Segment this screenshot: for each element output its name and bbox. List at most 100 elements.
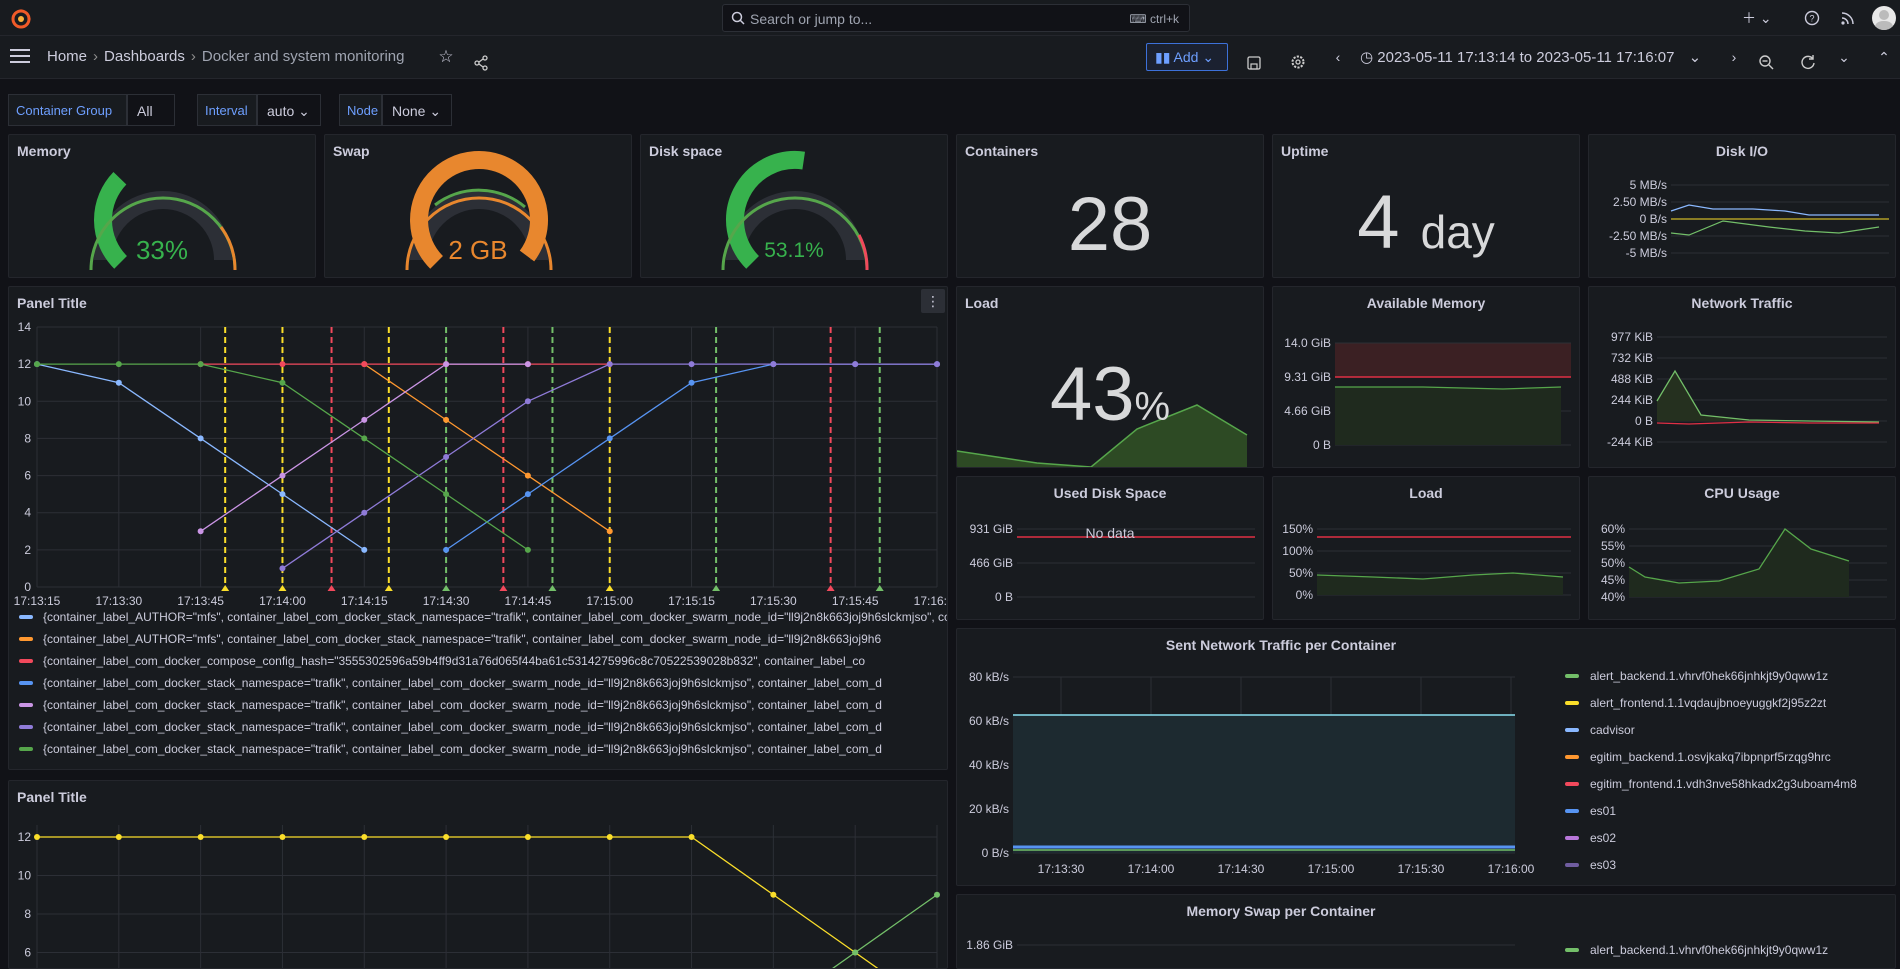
annotation-marker-head[interactable] (221, 585, 230, 591)
zoom-out-icon[interactable] (1758, 48, 1774, 76)
legend-item[interactable]: {container_label_com_docker_compose_conf… (19, 653, 865, 669)
rss-icon[interactable] (1840, 10, 1856, 26)
annotation-marker-head[interactable] (278, 585, 287, 591)
legend-item[interactable]: {container_label_AUTHOR="mfs", container… (19, 631, 881, 647)
data-point[interactable] (524, 472, 531, 479)
panel-disk-space[interactable]: Disk space 53.1% (640, 134, 948, 278)
annotation-marker-head[interactable] (605, 585, 614, 591)
panel-load[interactable]: Load 43% (956, 286, 1264, 468)
grafana-logo-icon[interactable] (10, 8, 32, 30)
data-point[interactable] (34, 834, 40, 840)
legend-item[interactable]: alert_backend.1.vhrvf0hek66jnhkjt9y0qww1… (1565, 669, 1828, 683)
help-icon[interactable]: ? (1804, 10, 1820, 26)
legend-item[interactable]: {container_label_com_docker_stack_namesp… (19, 675, 882, 691)
time-picker[interactable]: ◷ 2023-05-11 17:13:14 to 2023-05-11 17:1… (1360, 48, 1701, 66)
data-point[interactable] (852, 361, 859, 368)
data-point[interactable] (361, 546, 368, 553)
data-point[interactable] (606, 834, 613, 840)
data-point[interactable] (770, 891, 777, 898)
data-point[interactable] (524, 361, 531, 368)
panel-disk-io[interactable]: Disk I/O 5 MB/s 2.50 MB/s 0 B/s -2.50 MB… (1588, 134, 1896, 278)
legend-item[interactable]: {container_label_com_docker_stack_namesp… (19, 741, 882, 757)
data-point[interactable] (443, 416, 450, 423)
variable-value[interactable]: None ⌄ (382, 94, 452, 126)
refresh-icon[interactable] (1800, 48, 1816, 76)
data-point[interactable] (443, 361, 450, 368)
data-point[interactable] (443, 491, 450, 498)
annotation-marker-head[interactable] (826, 585, 835, 591)
breadcrumb-dashboards[interactable]: Dashboards (104, 48, 185, 65)
data-point[interactable] (361, 435, 368, 442)
legend-item[interactable]: {container_label_com_docker_stack_namesp… (19, 697, 882, 713)
annotation-marker-head[interactable] (875, 585, 884, 591)
panel-title-chart-2[interactable]: Panel Title 4681012 (8, 780, 948, 969)
data-point[interactable] (115, 379, 122, 386)
annotation-marker-head[interactable] (548, 585, 557, 591)
data-point[interactable] (197, 528, 204, 535)
data-point[interactable] (279, 361, 286, 368)
data-point[interactable] (115, 361, 122, 368)
legend-item[interactable]: alert_backend.1.vhrvf0hek66jnhkjt9y0qww1… (1565, 943, 1828, 957)
data-point[interactable] (524, 546, 531, 553)
data-point[interactable] (443, 454, 450, 460)
panel-uptime[interactable]: Uptime 4 day (1272, 134, 1580, 278)
data-point[interactable] (279, 379, 286, 386)
panel-title-chart-1[interactable]: Panel Title ⋮ 0 2 4 6 8 10 12 14 17:13:15 17:13:3… (8, 286, 948, 770)
variable-value[interactable]: auto ⌄ (257, 94, 321, 126)
annotation-marker-head[interactable] (384, 585, 393, 591)
annotation-marker-head[interactable] (499, 585, 508, 591)
legend-item[interactable]: es03 (1565, 858, 1616, 872)
data-point[interactable] (279, 565, 286, 572)
data-point[interactable] (934, 361, 940, 368)
search-input[interactable]: Search or jump to... ⌨ ctrl+k (722, 4, 1190, 32)
data-point[interactable] (361, 834, 368, 840)
legend-item[interactable]: egitim_frontend.1.vdh3nve58hkadx2g3uboam… (1565, 777, 1857, 791)
data-point[interactable] (197, 361, 204, 368)
panel-sent-network-traffic[interactable]: Sent Network Traffic per Container 80 kB… (956, 628, 1896, 886)
panel-available-memory[interactable]: Available Memory 14.0 GiB 9.31 GiB 4.66 … (1272, 286, 1580, 468)
collapse-chevron-icon[interactable]: ⌃ (1876, 43, 1892, 71)
data-point[interactable] (524, 398, 531, 405)
gear-icon[interactable] (1290, 48, 1306, 76)
panel-network-traffic[interactable]: Network Traffic 977 KiB 732 KiB 488 KiB … (1588, 286, 1896, 468)
save-icon[interactable] (1247, 49, 1261, 77)
menu-icon[interactable] (10, 49, 30, 65)
legend-item[interactable]: egitim_backend.1.osvjkakq7ibpnprf5rzqg9h… (1565, 750, 1831, 764)
data-point[interactable] (361, 416, 368, 423)
data-point[interactable] (115, 834, 122, 840)
share-icon[interactable] (473, 49, 489, 77)
data-point[interactable] (443, 546, 450, 553)
avatar[interactable] (1872, 6, 1896, 30)
panel-swap[interactable]: Swap 2 GB (324, 134, 632, 278)
plus-icon[interactable]: ＋ ⌄ (1742, 8, 1772, 28)
panel-used-disk-space[interactable]: Used Disk Space 931 GiB 466 GiB 0 B No d… (956, 476, 1264, 620)
legend-item[interactable]: cadvisor (1565, 723, 1635, 737)
data-point[interactable] (770, 361, 777, 368)
data-point[interactable] (197, 435, 204, 442)
panel-cpu-usage[interactable]: CPU Usage 60% 55% 50% 45% 40% (1588, 476, 1896, 620)
data-point[interactable] (197, 834, 204, 840)
legend-item[interactable]: {container_label_AUTHOR="mfs", container… (19, 609, 947, 625)
variable-value[interactable]: All ⌄ (127, 94, 175, 151)
data-point[interactable] (279, 491, 286, 498)
star-icon[interactable]: ☆ (436, 43, 456, 71)
legend-item[interactable]: es01 (1565, 804, 1616, 818)
data-point[interactable] (852, 949, 859, 956)
data-point[interactable] (443, 834, 450, 840)
annotation-marker-head[interactable] (442, 585, 451, 591)
data-point[interactable] (524, 834, 531, 840)
legend-item[interactable]: {container_label_com_docker_stack_namesp… (19, 719, 882, 735)
breadcrumb-home[interactable]: Home (47, 48, 87, 65)
panel-load-timeseries[interactable]: Load 150% 100% 50% 0% (1272, 476, 1580, 620)
panel-memory[interactable]: Memory 33% (8, 134, 316, 278)
data-point[interactable] (606, 361, 613, 368)
legend-item[interactable]: alert_frontend.1.1vqdaujbnoeyuggkf2j95z2… (1565, 696, 1826, 710)
data-point[interactable] (606, 435, 613, 442)
annotation-marker-head[interactable] (712, 585, 721, 591)
data-point[interactable] (279, 834, 286, 840)
data-point[interactable] (606, 528, 613, 535)
panel-memory-swap[interactable]: Memory Swap per Container 1.86 GiB alert… (956, 894, 1896, 969)
legend-item[interactable]: es02 (1565, 831, 1616, 845)
refresh-interval-chevron-icon[interactable]: ⌄ (1836, 43, 1852, 71)
data-point[interactable] (688, 379, 695, 386)
